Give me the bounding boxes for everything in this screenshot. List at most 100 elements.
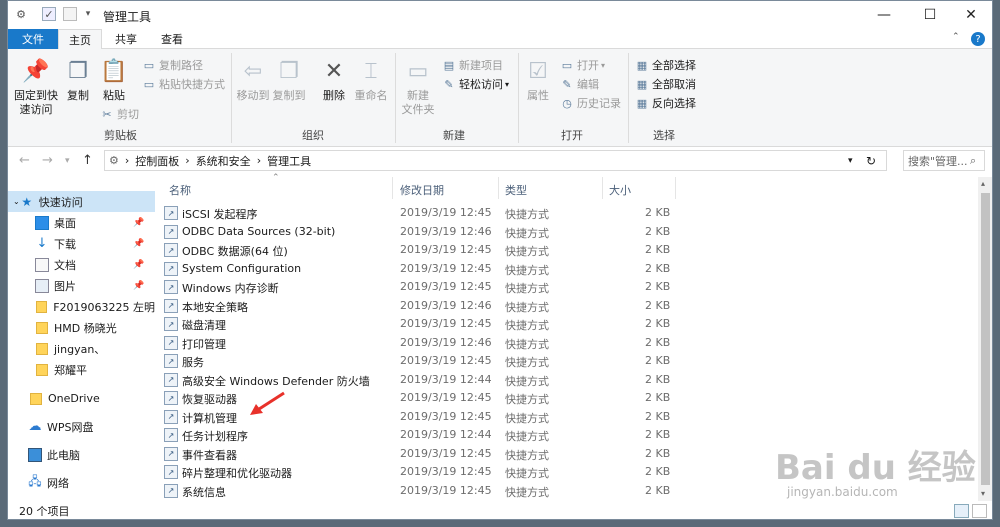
- invert-selection-button[interactable]: ▦ 反向选择: [635, 94, 696, 112]
- customize-quick-access-icon[interactable]: ▾: [81, 7, 95, 21]
- sidebar-item-desktop[interactable]: 桌面 📌: [8, 212, 155, 233]
- column-divider[interactable]: [498, 177, 499, 199]
- close-button[interactable]: ✕: [948, 1, 992, 29]
- breadcrumb-admin-tools[interactable]: 管理工具: [267, 153, 311, 169]
- copy-button[interactable]: ❐ 复制: [62, 57, 94, 103]
- sidebar-item-downloads[interactable]: ↓ 下载 📌: [8, 233, 155, 254]
- status-bar: 20 个项目: [8, 501, 992, 519]
- app-icon[interactable]: ⚙: [14, 7, 28, 21]
- move-to-button[interactable]: ⇦ 移动到: [236, 57, 270, 103]
- help-icon[interactable]: ?: [971, 32, 985, 46]
- pin-icon: 📌: [133, 238, 145, 249]
- new-folder-button[interactable]: ▭ 新建 文件夹: [400, 57, 436, 117]
- file-date: 2019/3/19 12:45: [400, 483, 492, 497]
- select-none-button[interactable]: ▦ 全部取消: [635, 75, 696, 93]
- copy-to-button[interactable]: ❐ 复制到: [272, 57, 306, 103]
- maximize-button[interactable]: ☐: [907, 1, 953, 29]
- select-all-button[interactable]: ▦ 全部选择: [635, 56, 696, 74]
- vertical-scrollbar[interactable]: ▴ ▾: [978, 177, 992, 501]
- file-date: 2019/3/19 12:45: [400, 391, 492, 404]
- cut-button[interactable]: ✂ 剪切: [100, 105, 139, 123]
- sidebar-item-wps[interactable]: ☁ WPS网盘: [8, 416, 155, 437]
- minimize-button[interactable]: —: [861, 1, 907, 29]
- sidebar-item-folder[interactable]: jingyan、: [8, 338, 155, 359]
- edit-button[interactable]: ✎ 编辑: [560, 75, 599, 93]
- paste-button[interactable]: 📋 粘贴: [98, 57, 130, 103]
- back-arrow-icon[interactable]: ←: [19, 153, 30, 168]
- up-arrow-icon[interactable]: ↑: [82, 153, 93, 168]
- new-folder-quick-icon[interactable]: [63, 7, 77, 21]
- table-row[interactable]: ↗ 本地安全策略 2019/3/19 12:46 快捷方式 2 KB: [155, 297, 992, 316]
- column-divider[interactable]: [675, 177, 676, 199]
- tab-home[interactable]: 主页: [58, 29, 102, 50]
- table-row[interactable]: ↗ 服务 2019/3/19 12:45 快捷方式 2 KB: [155, 352, 992, 371]
- sidebar-item-folder[interactable]: HMD 杨晓光: [8, 317, 155, 338]
- column-header-size[interactable]: 大小: [609, 179, 631, 201]
- table-row[interactable]: ↗ iSCSI 发起程序 2019/3/19 12:45 快捷方式 2 KB: [155, 204, 992, 223]
- breadcrumb-system-security[interactable]: 系统和安全: [196, 153, 251, 169]
- recent-locations-icon[interactable]: ▾: [65, 156, 70, 166]
- folder-icon: [36, 300, 48, 313]
- breadcrumb-control-panel[interactable]: 控制面板: [135, 153, 179, 169]
- sidebar-item-onedrive[interactable]: OneDrive: [8, 388, 155, 409]
- file-type: 快捷方式: [505, 300, 549, 314]
- file-size: 2 KB: [645, 280, 671, 293]
- delete-button[interactable]: ✕ 删除: [318, 57, 350, 103]
- file-name: 事件查看器: [182, 448, 237, 462]
- dropdown-icon: ▾: [505, 79, 510, 89]
- column-header-name[interactable]: 名称: [169, 179, 191, 201]
- table-row[interactable]: ↗ Windows 内存诊断 2019/3/19 12:45 快捷方式 2 KB: [155, 278, 992, 297]
- history-button[interactable]: ◷ 历史记录: [560, 94, 621, 112]
- file-date: 2019/3/19 12:45: [400, 446, 492, 460]
- table-row[interactable]: ↗ ODBC 数据源(64 位) 2019/3/19 12:45 快捷方式 2 KB: [155, 241, 992, 260]
- table-row[interactable]: ↗ 打印管理 2019/3/19 12:46 快捷方式 2 KB: [155, 334, 992, 353]
- column-header-modified[interactable]: 修改日期: [400, 179, 444, 201]
- table-row[interactable]: ↗ 磁盘清理 2019/3/19 12:45 快捷方式 2 KB: [155, 315, 992, 334]
- easy-access-button[interactable]: ✎ 轻松访问 ▾: [442, 75, 509, 93]
- table-row[interactable]: ↗ System Configuration 2019/3/19 12:45 快捷方式…: [155, 260, 992, 279]
- search-input[interactable]: 搜索"管理... ⌕: [903, 150, 985, 171]
- open-button[interactable]: ▭ 打开 ▾: [560, 56, 605, 74]
- column-divider[interactable]: [602, 177, 603, 199]
- sidebar-item-quick-access[interactable]: ⌄ ★ 快速访问: [8, 191, 155, 212]
- scissors-icon: ✂: [102, 107, 112, 121]
- tab-file[interactable]: 文件: [8, 29, 58, 49]
- sidebar-item-network[interactable]: 🖧 网络: [8, 472, 155, 493]
- column-header-type[interactable]: 类型: [505, 179, 527, 201]
- sidebar-item-this-pc[interactable]: 此电脑: [8, 444, 155, 465]
- sidebar-item-pictures[interactable]: 图片 📌: [8, 275, 155, 296]
- sidebar-item-folder[interactable]: 郑耀平: [8, 359, 155, 380]
- large-icons-view-icon[interactable]: [972, 504, 987, 518]
- file-type: 快捷方式: [505, 374, 549, 388]
- details-view-icon[interactable]: [954, 504, 969, 518]
- rename-button[interactable]: ⌶ 重命名: [353, 57, 389, 103]
- scroll-down-icon[interactable]: ▾: [981, 489, 985, 498]
- collapse-ribbon-icon[interactable]: ⌃: [952, 32, 960, 42]
- shortcut-file-icon: ↗: [164, 354, 178, 368]
- open-icon: ▭: [561, 58, 573, 72]
- address-bar[interactable]: ⚙ › 控制面板 › 系统和安全 › 管理工具 ▾ ↻: [104, 150, 887, 171]
- column-divider[interactable]: [392, 177, 393, 199]
- file-name: 碎片整理和优化驱动器: [182, 467, 292, 480]
- paste-shortcut-button[interactable]: ▭ 粘贴快捷方式: [142, 75, 225, 93]
- scrollbar-thumb[interactable]: [981, 193, 990, 485]
- table-row[interactable]: ↗ ODBC Data Sources (32-bit) 2019/3/19 12:…: [155, 223, 992, 242]
- pin-quick-access-button[interactable]: 📌 固定到快 速访问: [14, 57, 58, 117]
- refresh-icon[interactable]: ↻: [866, 154, 876, 168]
- file-date: 2019/3/19 12:45: [400, 465, 492, 478]
- scroll-up-icon[interactable]: ▴: [981, 179, 985, 188]
- group-new-label: 新建: [443, 129, 465, 142]
- address-dropdown-icon[interactable]: ▾: [848, 156, 853, 166]
- folder-icon: [30, 392, 42, 405]
- ribbon: 📌 固定到快 速访问 ❐ 复制 📋 粘贴 ▭ 复制路径 ▭ 粘贴快捷方式 ✂ 剪切 剪…: [8, 49, 992, 147]
- sidebar-item-folder[interactable]: F2019063225 左明: [8, 296, 155, 317]
- tab-share[interactable]: 共享: [104, 29, 148, 49]
- sidebar-item-documents[interactable]: 文档 📌: [8, 254, 155, 275]
- new-item-button[interactable]: ▤ 新建项目: [442, 56, 503, 74]
- properties-button[interactable]: ☑ 属性: [523, 57, 553, 103]
- copy-path-button[interactable]: ▭ 复制路径: [142, 56, 203, 74]
- properties-quick-icon[interactable]: ✓: [42, 7, 56, 21]
- table-row[interactable]: ↗ 高级安全 Windows Defender 防火墙 2019/3/19 12:4…: [155, 371, 992, 390]
- forward-arrow-icon[interactable]: →: [42, 153, 53, 168]
- tab-view[interactable]: 查看: [150, 29, 194, 49]
